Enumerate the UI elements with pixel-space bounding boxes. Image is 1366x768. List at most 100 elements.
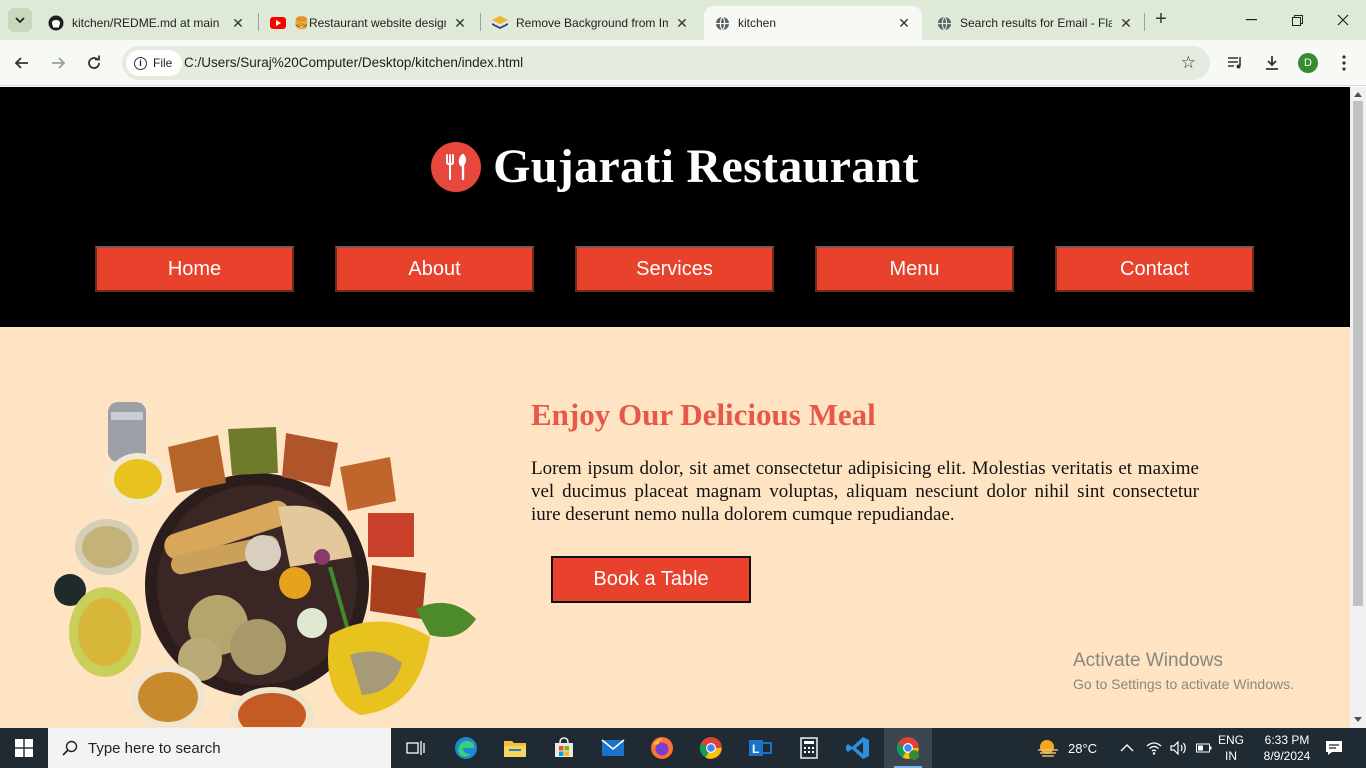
site-header: Gujarati Restaurant Home About Services … <box>0 87 1350 327</box>
svg-text:L: L <box>752 742 759 756</box>
profile-button[interactable]: D <box>1296 51 1320 75</box>
nav-home[interactable]: Home <box>95 246 294 292</box>
nav-menu[interactable]: Menu <box>815 246 1014 292</box>
minimize-icon <box>1245 19 1257 21</box>
browser-toolbar: i File C:/Users/Suraj%20Computer/Desktop… <box>0 40 1366 86</box>
windows-taskbar: Type here to search L 28°C ENG IN 6:33 P… <box>0 728 1366 768</box>
mail-app[interactable] <box>589 728 637 768</box>
reading-list-button[interactable] <box>1224 51 1248 75</box>
battery-icon[interactable] <box>1196 743 1212 753</box>
skype-business-icon: L <box>749 740 772 756</box>
weather-widget[interactable]: 28°C <box>1036 728 1097 768</box>
reload-button[interactable] <box>82 51 106 75</box>
clock-time: 6:33 PM <box>1264 733 1310 747</box>
page-scrollbar[interactable] <box>1350 87 1366 728</box>
chrome-profile-app[interactable] <box>884 728 932 768</box>
tab-title: kitchen <box>738 16 777 30</box>
nav-about[interactable]: About <box>335 246 534 292</box>
scroll-down-icon[interactable] <box>1354 717 1362 722</box>
utensils-icon <box>431 141 482 192</box>
weather-temp: 28°C <box>1068 740 1098 756</box>
chrome-app[interactable] <box>687 728 735 768</box>
close-window-button[interactable] <box>1320 0 1366 40</box>
vscode-icon <box>846 737 869 759</box>
tab-youtube[interactable]: 🍔Restaurant website design ✕ <box>260 6 478 40</box>
calculator-app[interactable] <box>785 728 833 768</box>
tab-divider <box>480 13 481 31</box>
folder-icon <box>504 741 526 757</box>
watermark-title: Activate Windows <box>1073 650 1223 671</box>
bookmark-star-icon[interactable]: ☆ <box>1181 53 1196 73</box>
nav-contact[interactable]: Contact <box>1055 246 1254 292</box>
hero-description: Lorem ipsum dolor, sit amet consectetur … <box>531 458 1199 525</box>
restore-icon <box>1291 14 1303 26</box>
page-viewport: Gujarati Restaurant Home About Services … <box>0 87 1350 728</box>
calculator-icon <box>800 737 818 759</box>
arrow-left-icon <box>14 57 28 69</box>
tab-flaticon[interactable]: Search results for Email - Flaticon ✕ <box>926 6 1144 40</box>
forward-button[interactable] <box>46 51 70 75</box>
tab-divider <box>258 13 259 31</box>
notifications-button[interactable] <box>1324 728 1344 768</box>
chevron-down-icon <box>15 17 25 23</box>
globe-icon <box>714 15 730 31</box>
scrollbar-thumb[interactable] <box>1353 101 1363 606</box>
globe-icon <box>936 15 952 31</box>
mail-icon <box>601 739 625 756</box>
taskbar-search[interactable]: Type here to search <box>48 728 391 768</box>
site-title: Gujarati Restaurant <box>493 140 919 193</box>
close-icon[interactable]: ✕ <box>452 15 468 31</box>
close-icon[interactable]: ✕ <box>896 15 912 31</box>
task-view-icon <box>406 741 425 755</box>
tab-github[interactable]: kitchen/REDME.md at main ✕ <box>38 6 256 40</box>
search-icon <box>62 740 78 756</box>
minimize-button[interactable] <box>1228 0 1274 40</box>
clock[interactable]: 6:33 PM 8/9/2024 <box>1258 732 1316 764</box>
system-tray <box>1120 728 1212 768</box>
thali-image <box>54 402 476 727</box>
menu-button[interactable] <box>1332 51 1356 75</box>
lync-app[interactable]: L <box>736 728 784 768</box>
activate-windows-watermark: Activate Windows Go to Settings to activ… <box>1073 650 1294 692</box>
close-icon[interactable]: ✕ <box>674 15 690 31</box>
lang-code: ENG <box>1217 733 1244 747</box>
store-icon <box>555 737 573 757</box>
url-text[interactable]: C:/Users/Suraj%20Computer/Desktop/kitche… <box>184 55 523 70</box>
hero-heading: Enjoy Our Delicious Meal <box>531 397 876 432</box>
arrow-right-icon <box>52 57 66 69</box>
tab-kitchen[interactable]: kitchen ✕ <box>704 6 922 40</box>
tab-title: kitchen/REDME.md at main <box>72 16 220 30</box>
github-icon <box>48 15 64 31</box>
watermark-subtitle: Go to Settings to activate Windows. <box>1073 676 1294 692</box>
book-table-button[interactable]: Book a Table <box>551 556 751 603</box>
vscode-app[interactable] <box>834 728 882 768</box>
wifi-icon[interactable] <box>1146 741 1162 755</box>
info-icon: i <box>134 56 147 70</box>
restore-button[interactable] <box>1274 0 1320 40</box>
close-icon[interactable]: ✕ <box>1118 15 1134 31</box>
task-view-button[interactable] <box>392 728 440 768</box>
file-explorer-app[interactable] <box>491 728 539 768</box>
volume-icon[interactable] <box>1170 741 1188 755</box>
downloads-button[interactable] <box>1260 51 1284 75</box>
chevron-up-icon[interactable] <box>1120 743 1134 753</box>
language-indicator[interactable]: ENG IN <box>1216 728 1246 768</box>
tab-title: Remove Background from Image <box>516 16 668 30</box>
browser-tab-bar: kitchen/REDME.md at main ✕ 🍔Restaurant w… <box>0 0 1366 40</box>
back-button[interactable] <box>10 51 34 75</box>
removebg-icon <box>492 15 508 31</box>
tab-removebg[interactable]: Remove Background from Image ✕ <box>482 6 700 40</box>
brand: Gujarati Restaurant <box>0 139 1350 194</box>
start-button[interactable] <box>0 728 48 768</box>
tab-search-button[interactable] <box>8 8 32 32</box>
microsoft-store-app[interactable] <box>540 728 588 768</box>
new-tab-button[interactable]: + <box>1151 9 1171 30</box>
site-info-chip[interactable]: i File <box>126 50 183 76</box>
scroll-up-icon[interactable] <box>1354 92 1362 97</box>
firefox-app[interactable] <box>638 728 686 768</box>
notification-icon <box>1326 741 1342 755</box>
edge-app[interactable] <box>442 728 490 768</box>
nav-services[interactable]: Services <box>575 246 774 292</box>
address-bar[interactable]: i File C:/Users/Suraj%20Computer/Desktop… <box>122 46 1210 80</box>
close-icon[interactable]: ✕ <box>230 15 246 31</box>
